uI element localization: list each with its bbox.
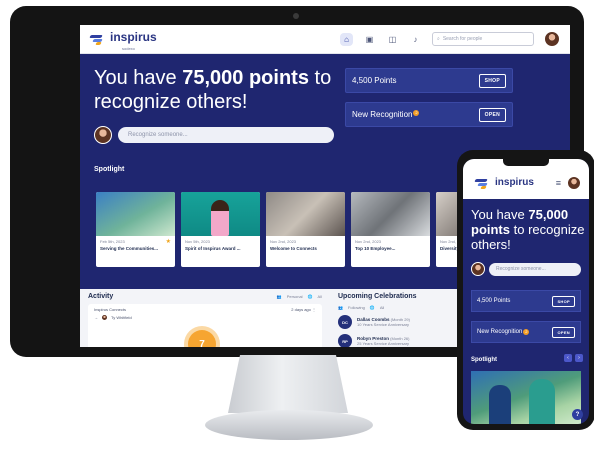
filter-all[interactable]: All	[380, 305, 384, 310]
calendar-icon[interactable]: ▣	[363, 33, 376, 46]
shopping-bag-icon[interactable]: ◫	[386, 33, 399, 46]
activity-panel: Activity 👥 Personal 🌐 All Inspirus Conne…	[80, 289, 330, 347]
open-button[interactable]: OPEN	[552, 326, 575, 338]
spotlight-card[interactable]: Nov 2nd, 2023 Top 10 Employee...	[351, 192, 430, 267]
globe-icon: 🌐	[369, 305, 375, 310]
logo-mark-icon	[474, 178, 491, 189]
search-icon: ⌕	[437, 36, 440, 42]
spotlight-card[interactable]: Nov 2nd, 2023 Welcome to Connects	[266, 192, 345, 267]
people-icon: 👥	[276, 294, 282, 299]
chevron-right-icon[interactable]: ›	[575, 354, 583, 362]
spotlight-card[interactable]: Nov 5th, 2023 Spirit of Inspirus Award .…	[181, 192, 260, 267]
logo-mark-icon	[89, 34, 106, 45]
people-icon: 👥	[338, 305, 343, 310]
search-input[interactable]: Search for people	[443, 36, 482, 42]
hero-title-prefix: You have	[471, 207, 529, 222]
celebration-avatar: DC	[338, 315, 352, 329]
filter-personal[interactable]: Personal	[287, 294, 303, 299]
spotlight-card-title: Welcome to Connects	[270, 246, 317, 251]
user-avatar[interactable]	[544, 31, 560, 47]
brand-name: inspirus	[495, 177, 534, 188]
recognition-card: New Recognition 2 OPEN	[345, 102, 513, 127]
open-button[interactable]: OPEN	[478, 107, 506, 122]
hamburger-menu-icon[interactable]: ≡	[556, 178, 561, 188]
recognition-badge: 2	[413, 110, 420, 116]
recognize-input[interactable]: Recognize someone...	[118, 127, 334, 143]
spotlight-card-title: Top 10 Employee...	[355, 246, 396, 251]
globe-icon: 🌐	[307, 294, 313, 299]
filter-following[interactable]: Following	[348, 305, 365, 310]
spotlight-title: Spotlight	[94, 166, 125, 173]
shop-button[interactable]: SHOP	[552, 295, 575, 307]
celebration-detail: 10 Years Service Anniversary	[357, 322, 410, 327]
spotlight-card-title: Serving the Communities...	[100, 246, 159, 251]
spotlight-title: Spotlight	[471, 357, 497, 363]
brand-name: inspirus	[110, 29, 157, 44]
mobile-phone: inspirus ≡ You have 75,000 points to rec…	[457, 150, 594, 430]
shop-button[interactable]: SHOP	[478, 73, 506, 88]
spotlight-image	[351, 192, 430, 236]
brand-logo[interactable]: inspirus sodexo	[89, 28, 157, 51]
spotlight-card-title: Spirit of Inspirus Award ...	[185, 246, 241, 251]
celebrations-title: Upcoming Celebrations	[338, 293, 417, 300]
spotlight-card[interactable]: ★ Feb 5th, 2023 Serving the Communities.…	[96, 192, 175, 267]
celebration-detail: 25 Years Service Anniversary	[357, 341, 410, 346]
phone-notch	[503, 159, 549, 166]
activity-item[interactable]: Inspirus Connects 2 days ago ⋮ → Ty Whit…	[88, 304, 322, 347]
spotlight-date: Nov 2nd, 2023	[355, 239, 382, 244]
recognition-label: New Recognition	[477, 329, 523, 335]
brand-logo[interactable]: inspirus	[474, 177, 534, 189]
points-label: 4,500 Points	[477, 298, 511, 304]
spotlight-carousel: ★ Feb 5th, 2023 Serving the Communities.…	[96, 192, 515, 267]
spotlight-image	[181, 192, 260, 236]
search-field[interactable]: ⌕ Search for people	[432, 32, 534, 46]
recognizer-avatar	[94, 126, 112, 144]
chevron-left-icon[interactable]: ‹	[564, 354, 572, 362]
mobile-hero-title: You have 75,000 points to recognize othe…	[471, 207, 589, 252]
monitor-stand-neck	[228, 355, 348, 413]
recipient-avatar	[101, 314, 108, 321]
spotlight-date: Feb 5th, 2023	[100, 239, 125, 244]
points-label: 4,500 Points	[352, 76, 397, 85]
more-menu-icon[interactable]: ⋮	[312, 307, 316, 312]
hero-title: You have 75,000 points to recognize othe…	[94, 66, 334, 114]
brand-sub: sodexo	[122, 45, 135, 51]
recognizer-avatar	[471, 262, 485, 276]
recognize-input[interactable]: Recognize someone...	[489, 262, 581, 276]
points-card: 4,500 Points SHOP	[471, 290, 581, 312]
mobile-hero: You have 75,000 points to recognize othe…	[463, 199, 589, 424]
celebration-avatar: RP	[338, 334, 352, 347]
filter-all[interactable]: All	[318, 294, 322, 299]
spotlight-image[interactable]	[471, 371, 581, 424]
milestone-badge: 7	[188, 330, 216, 347]
points-card: 4,500 Points SHOP	[345, 68, 513, 93]
hero-points: 75,000 points	[182, 67, 309, 89]
recognition-label: New Recognition	[352, 110, 413, 119]
recognition-card: New Recognition 2 OPEN	[471, 321, 581, 343]
recognition-badge: 2	[523, 329, 530, 335]
activity-recipient: Ty Whitfield	[111, 315, 132, 320]
activity-title: Activity	[88, 293, 114, 300]
bell-icon[interactable]: ♪	[409, 33, 422, 46]
hero-title-prefix: You have	[94, 67, 183, 89]
arrow-right-icon: →	[94, 315, 98, 320]
home-icon[interactable]: ⌂	[340, 32, 353, 46]
user-avatar[interactable]	[567, 176, 581, 190]
monitor-stand-base	[205, 410, 373, 440]
spotlight-date: Nov 5th, 2023	[185, 239, 210, 244]
help-button[interactable]: ?	[572, 409, 583, 420]
star-icon[interactable]: ★	[166, 238, 171, 245]
spotlight-image	[96, 192, 175, 236]
top-navbar: inspirus sodexo ⌂ ▣ ◫ ♪ ⌕ Search for peo…	[80, 25, 570, 54]
activity-source: Inspirus Connects	[94, 307, 127, 312]
activity-time: 2 days ago	[291, 307, 311, 312]
camera	[293, 13, 299, 19]
spotlight-date: Nov 2nd, 2023	[270, 239, 297, 244]
mobile-screen: inspirus ≡ You have 75,000 points to rec…	[463, 159, 589, 424]
spotlight-image	[266, 192, 345, 236]
